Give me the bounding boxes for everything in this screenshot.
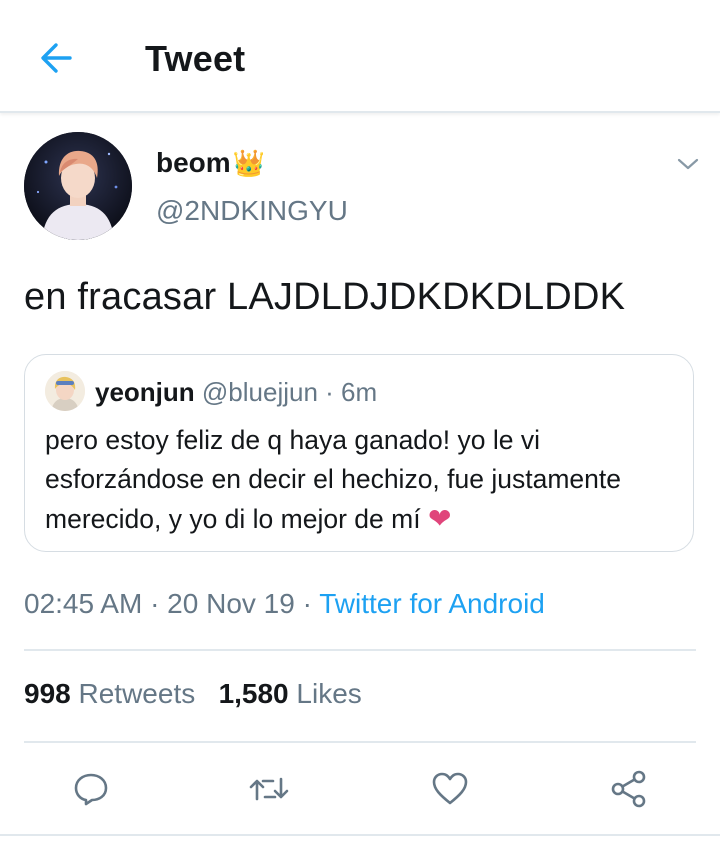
bottom-divider — [0, 834, 720, 836]
arrow-left-icon — [41, 43, 72, 73]
retweets-count: 998 — [24, 678, 71, 709]
tweet-stats: 998 Retweets 1,580 Likes — [24, 678, 362, 710]
quote-header: yeonjun @bluejjun · 6m — [95, 377, 377, 408]
share-button[interactable] — [606, 766, 652, 812]
like-button[interactable] — [427, 766, 473, 812]
retweets-label: Retweets — [78, 678, 196, 709]
likes-label: Likes — [296, 678, 362, 709]
page-title: Tweet — [145, 38, 246, 79]
quoted-tweet[interactable]: yeonjun @bluejjun · 6m pero estoy feliz … — [24, 354, 694, 552]
share-icon — [611, 770, 646, 808]
likes-count: 1,580 — [218, 678, 289, 709]
crown-emoji: 👑 — [232, 148, 266, 178]
retweet-button[interactable] — [246, 766, 292, 812]
tweet-source-link[interactable]: Twitter for Android — [319, 588, 545, 619]
divider — [24, 649, 696, 651]
quote-text-block: pero estoy feliz de q haya ganado! yo le… — [45, 421, 685, 539]
tweet-menu-button[interactable] — [672, 148, 704, 180]
author-name[interactable]: beom 👑 — [156, 147, 265, 179]
author-handle[interactable]: @2NDKINGYU — [156, 195, 348, 227]
quote-avatar-image — [45, 371, 85, 411]
quote-avatar — [45, 371, 85, 411]
reply-button[interactable] — [68, 766, 114, 812]
retweets-stat[interactable]: 998 Retweets — [24, 678, 195, 709]
tweet-meta: 02:45 AM · 20 Nov 19 · Twitter for Andro… — [24, 588, 545, 620]
quote-text: pero estoy feliz de q haya ganado! yo le… — [45, 425, 621, 534]
top-app-bar: Tweet — [0, 0, 720, 113]
avatar-image — [24, 132, 132, 240]
author-avatar[interactable] — [24, 132, 132, 240]
tweet-text: en fracasar LAJDLDJDKDKDLDDK — [24, 276, 626, 318]
action-bar — [0, 766, 720, 812]
chevron-down-icon — [677, 158, 699, 170]
divider — [24, 741, 696, 743]
author-display-name: beom — [156, 147, 231, 178]
likes-stat[interactable]: 1,580 Likes — [219, 678, 362, 709]
back-button[interactable] — [32, 34, 80, 82]
reply-icon — [74, 773, 108, 806]
quote-author-name: yeonjun — [95, 377, 195, 407]
tweet-timestamp: 02:45 AM · 20 Nov 19 · — [24, 588, 320, 619]
heart-emoji: ❤ — [427, 503, 452, 534]
heart-outline-icon — [432, 772, 468, 805]
retweet-icon — [249, 777, 289, 801]
quote-handle-time: @bluejjun · 6m — [201, 377, 378, 407]
